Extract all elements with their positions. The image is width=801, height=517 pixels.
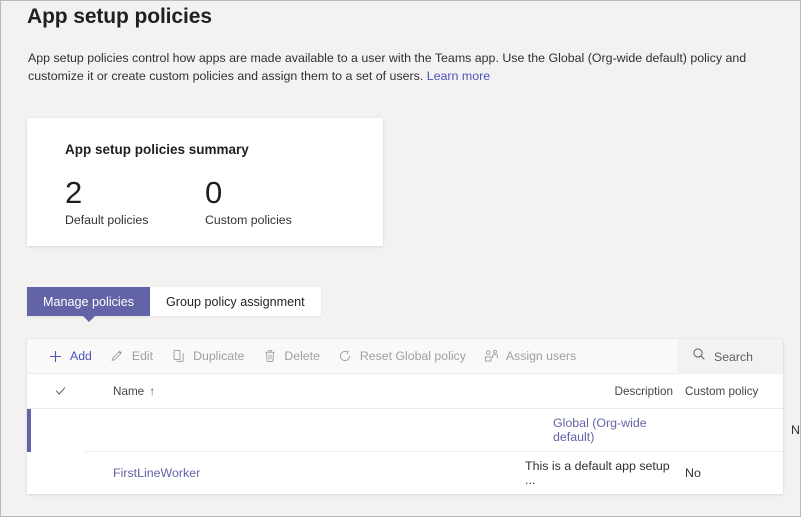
edit-button[interactable]: Edit — [101, 342, 162, 370]
column-header-name-label: Name — [113, 385, 144, 398]
table-row[interactable]: FirstLineWorker This is a default app se… — [27, 452, 783, 495]
row-description-cell: This is a default app setup ... — [525, 452, 677, 495]
sort-ascending-icon: ↑ — [149, 385, 155, 397]
duplicate-button-label: Duplicate — [193, 349, 244, 363]
summary-card: App setup policies summary 2 Default pol… — [27, 118, 383, 246]
duplicate-button[interactable]: Duplicate — [162, 342, 253, 370]
pencil-icon — [110, 349, 125, 364]
policy-custom-value: No — [791, 423, 801, 437]
policy-name-link[interactable]: Global (Org-wide default) — [553, 416, 677, 444]
copy-icon — [171, 349, 186, 364]
policy-description: This is a default app setup ... — [525, 459, 673, 487]
delete-button-label: Delete — [284, 349, 320, 363]
app-setup-policies-page: App setup policies App setup policies co… — [0, 0, 801, 517]
assign-users-button-label: Assign users — [506, 349, 576, 363]
learn-more-link[interactable]: Learn more — [427, 69, 490, 83]
metric-default-policies-label: Default policies — [65, 213, 148, 227]
column-header-description-label: Description — [615, 385, 673, 398]
policies-toolbar: Add Edit Duplicate — [27, 339, 783, 374]
column-header-description[interactable]: Description — [525, 374, 677, 409]
policies-table-body: Global (Org-wide default) No FirstLineWo — [27, 409, 783, 495]
policy-tabs: Manage policies Group policy assignment — [27, 287, 321, 316]
policies-table: Name ↑ Description Custom policy — [27, 374, 783, 494]
metric-custom-policies-value: 0 — [205, 176, 292, 210]
page-description-text: App setup policies control how apps are … — [28, 51, 746, 83]
add-button-label: Add — [70, 349, 92, 363]
row-custom-policy-cell: No — [677, 452, 783, 495]
column-header-name[interactable]: Name ↑ — [85, 374, 525, 409]
refresh-icon — [338, 349, 353, 364]
plus-icon — [48, 349, 63, 364]
reset-global-policy-button-label: Reset Global policy — [360, 349, 466, 363]
policies-table-head: Name ↑ Description Custom policy — [27, 374, 783, 409]
tab-group-policy-assignment[interactable]: Group policy assignment — [150, 287, 321, 316]
table-row[interactable]: Global (Org-wide default) No — [27, 409, 783, 452]
metric-default-policies-value: 2 — [65, 176, 148, 210]
reset-global-policy-button[interactable]: Reset Global policy — [329, 342, 475, 370]
column-header-select[interactable] — [27, 374, 85, 409]
delete-button[interactable]: Delete — [253, 342, 329, 370]
metric-default-policies: 2 Default policies — [65, 176, 148, 227]
search-icon — [692, 347, 706, 366]
row-description-cell — [677, 409, 783, 452]
page-description: App setup policies control how apps are … — [28, 49, 752, 85]
trash-icon — [262, 349, 277, 364]
column-header-custom-policy[interactable]: Custom policy — [677, 374, 783, 409]
column-header-custom-policy-label: Custom policy — [685, 385, 758, 398]
checkmark-icon — [54, 385, 67, 398]
search-input[interactable]: Search — [678, 339, 783, 374]
add-button[interactable]: Add — [39, 342, 101, 370]
tab-manage-policies[interactable]: Manage policies — [27, 287, 150, 316]
metric-custom-policies-label: Custom policies — [205, 213, 292, 227]
table-header-row: Name ↑ Description Custom policy — [27, 374, 783, 409]
assign-users-button[interactable]: Assign users — [475, 342, 585, 370]
edit-button-label: Edit — [132, 349, 153, 363]
page-title: App setup policies — [27, 5, 212, 29]
metric-custom-policies: 0 Custom policies — [205, 176, 292, 227]
row-name-cell[interactable]: FirstLineWorker — [85, 452, 525, 495]
policies-panel: Add Edit Duplicate — [27, 339, 783, 494]
row-name-cell[interactable]: Global (Org-wide default) — [525, 409, 677, 452]
people-icon — [484, 349, 499, 364]
search-placeholder: Search — [714, 350, 753, 364]
policy-name-link[interactable]: FirstLineWorker — [113, 466, 200, 480]
summary-card-title: App setup policies summary — [65, 142, 249, 157]
policy-custom-value: No — [685, 466, 701, 480]
row-select-cell[interactable] — [27, 452, 85, 495]
row-select-cell[interactable] — [85, 409, 525, 452]
